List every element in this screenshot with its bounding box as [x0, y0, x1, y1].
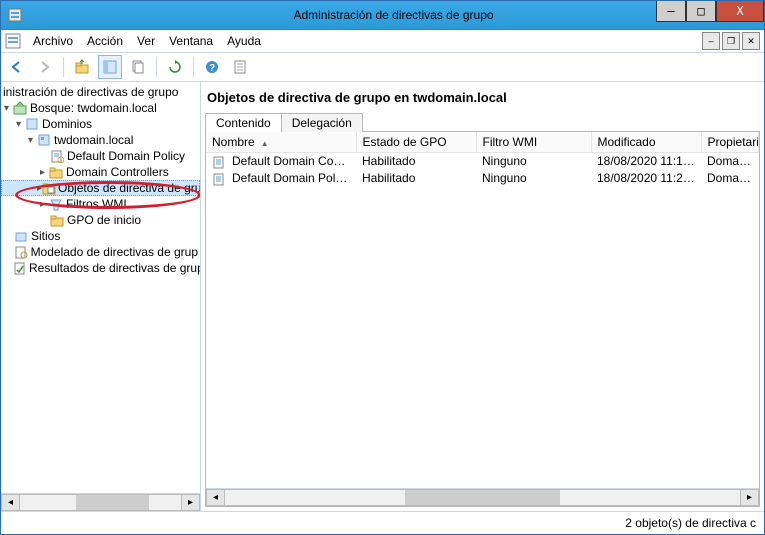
tree-sites[interactable]: Sitios [1, 228, 200, 244]
tree-default-policy[interactable]: Default Domain Policy [1, 148, 200, 164]
tree-starter-gpos[interactable]: GPO de inicio [1, 212, 200, 228]
gpo-container-icon [42, 181, 56, 195]
tab-content[interactable]: Contenido [205, 113, 282, 132]
show-tree-button[interactable] [98, 55, 122, 79]
menu-action[interactable]: Acción [81, 32, 129, 50]
up-folder-button[interactable] [70, 55, 94, 79]
content-area: inistración de directivas de grupo ▾Bosq… [1, 82, 764, 511]
forward-button[interactable] [33, 55, 57, 79]
mdi-buttons: – ❐ ✕ [702, 32, 760, 50]
tree-modeling[interactable]: Modelado de directivas de grup [1, 244, 200, 260]
refresh-button[interactable] [163, 55, 187, 79]
table-row[interactable]: Default Domain Policy HabilitadoNinguno1… [206, 170, 759, 187]
titlebar: Administración de directivas de grupo — … [1, 1, 764, 30]
col-modified[interactable]: Modificado [591, 132, 701, 153]
close-button[interactable]: X [716, 1, 764, 22]
tab-strip: Contenido Delegación [205, 109, 760, 132]
starter-gpo-icon [49, 213, 65, 227]
wmi-icon [48, 197, 64, 211]
tree-domain-controllers[interactable]: ▸Domain Controllers [1, 164, 200, 180]
tree-pane: inistración de directivas de grupo ▾Bosq… [1, 82, 201, 511]
window-title: Administración de directivas de grupo [23, 8, 764, 22]
menu-file[interactable]: Archivo [27, 32, 79, 50]
toolbar-separator [156, 57, 157, 77]
grid-container: Nombre▲ Estado de GPO Filtro WMI Modific… [205, 132, 760, 507]
col-name[interactable]: Nombre▲ [206, 132, 356, 153]
minimize-button[interactable]: — [656, 1, 686, 22]
gpo-icon [212, 155, 230, 169]
grid-hscrollbar[interactable]: ◂ ▸ [206, 488, 759, 506]
results-icon [13, 261, 27, 275]
col-wmi[interactable]: Filtro WMI [476, 132, 591, 153]
menu-help[interactable]: Ayuda [221, 32, 267, 50]
help-button[interactable]: ? [200, 55, 224, 79]
toolbar: ? [1, 53, 764, 82]
statusbar: 2 objeto(s) de directiva c [1, 511, 764, 534]
scroll-right-button[interactable]: ▸ [181, 494, 200, 511]
toolbar-separator [63, 57, 64, 77]
pane-heading: Objetos de directiva de grupo en twdomai… [205, 86, 760, 109]
details-pane: Objetos de directiva de grupo en twdomai… [201, 82, 764, 511]
tree-results[interactable]: Resultados de directivas de grup [1, 260, 200, 276]
tree-forest[interactable]: ▾Bosque: twdomain.local [1, 100, 200, 116]
table-row[interactable]: Default Domain Contro… HabilitadoNinguno… [206, 153, 759, 170]
scroll-track[interactable] [225, 489, 740, 506]
tree-root[interactable]: inistración de directivas de grupo [1, 84, 200, 100]
scroll-right-button[interactable]: ▸ [740, 489, 759, 506]
app-window: Administración de directivas de grupo — … [0, 0, 765, 535]
maximize-button[interactable]: □ [686, 1, 716, 22]
tree-view[interactable]: inistración de directivas de grupo ▾Bosq… [1, 82, 200, 493]
ou-icon [48, 165, 64, 179]
tree-domains[interactable]: ▾Dominios [1, 116, 200, 132]
mdi-restore-button[interactable]: ❐ [722, 32, 740, 50]
back-button[interactable] [5, 55, 29, 79]
gpo-grid[interactable]: Nombre▲ Estado de GPO Filtro WMI Modific… [206, 132, 759, 488]
mdi-minimize-button[interactable]: – [702, 32, 720, 50]
tree-wmi-filters[interactable]: ▸Filtros WMI [1, 196, 200, 212]
gpo-icon [212, 172, 230, 186]
domains-icon [24, 117, 40, 131]
status-text: 2 objeto(s) de directiva c [625, 516, 756, 530]
gpo-link-icon [49, 149, 65, 163]
tab-delegation[interactable]: Delegación [281, 113, 363, 132]
col-status[interactable]: Estado de GPO [356, 132, 476, 153]
properties-button[interactable] [228, 55, 252, 79]
copy-button[interactable] [126, 55, 150, 79]
sites-icon [13, 229, 29, 243]
mdi-close-button[interactable]: ✕ [742, 32, 760, 50]
app-icon [7, 7, 23, 23]
toolbar-separator [193, 57, 194, 77]
menu-window[interactable]: Ventana [163, 32, 219, 50]
tree-gpo-objects[interactable]: ▸Objetos de directiva de grupo [1, 180, 200, 196]
tree-domain[interactable]: ▾twdomain.local [1, 132, 200, 148]
window-buttons: — □ X [656, 1, 764, 21]
scroll-thumb[interactable] [405, 490, 560, 505]
scroll-thumb[interactable] [76, 495, 148, 510]
sort-asc-icon: ▲ [261, 139, 269, 148]
forest-icon [12, 101, 28, 115]
modeling-icon [13, 245, 29, 259]
domain-icon [36, 133, 52, 147]
menu-view[interactable]: Ver [131, 32, 161, 50]
scroll-left-button[interactable]: ◂ [1, 494, 20, 511]
menubar: Archivo Acción Ver Ventana Ayuda – ❐ ✕ [1, 30, 764, 53]
col-owner[interactable]: Propietaric [701, 132, 759, 153]
scroll-left-button[interactable]: ◂ [206, 489, 225, 506]
scroll-track[interactable] [20, 494, 181, 511]
mmc-icon [5, 33, 21, 49]
tree-hscrollbar[interactable]: ◂ ▸ [1, 493, 200, 511]
svg-text:?: ? [209, 63, 215, 74]
